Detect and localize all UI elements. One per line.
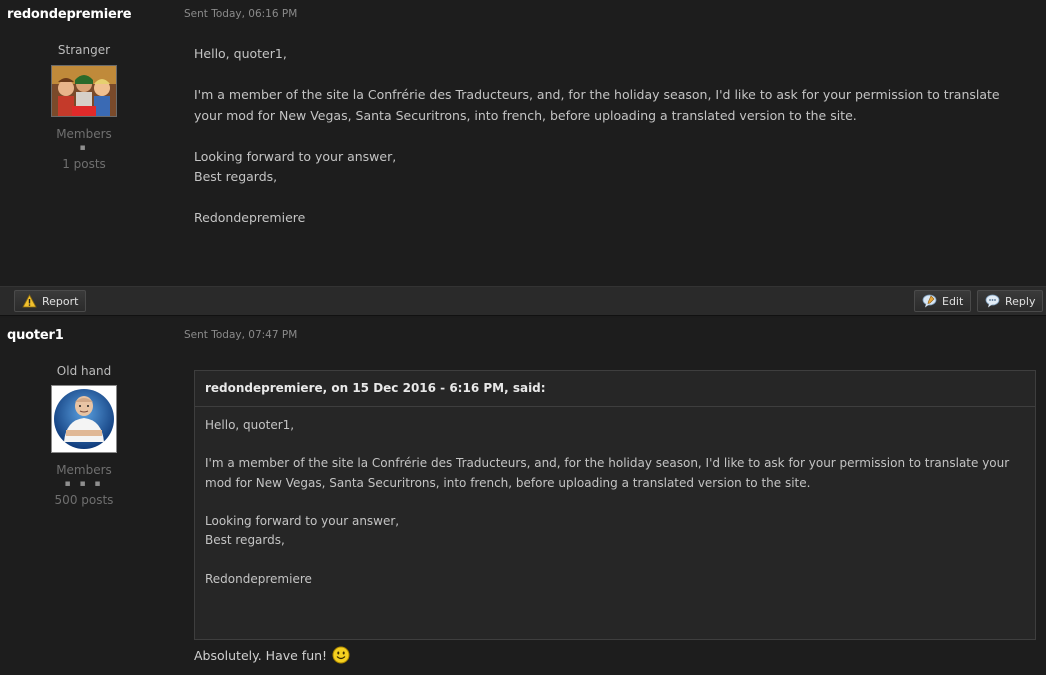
author-info: Old hand Members ▪ ▪ ▪ 500 posts <box>20 364 148 507</box>
edit-bubble-icon <box>922 294 937 308</box>
smiley-icon <box>332 646 350 664</box>
reputation-pips: ▪ ▪ ▪ <box>64 479 104 489</box>
post-body: Hello, quoter1, I'm a member of the site… <box>194 44 1024 249</box>
edit-label: Edit <box>942 294 964 308</box>
quote-block: redondepremiere, on 15 Dec 2016 - 6:16 P… <box>194 370 1036 640</box>
quote-paragraph: Hello, quoter1, <box>205 418 295 432</box>
edit-button[interactable]: Edit <box>914 290 972 312</box>
reply-bubble-icon <box>985 294 1000 308</box>
warning-icon <box>22 294 37 308</box>
avatar[interactable] <box>51 65 117 117</box>
post-count: 500 posts <box>54 493 114 507</box>
member-rank: Stranger <box>57 43 111 57</box>
post-quoter1: quoter1 Sent Today, 07:47 PM Old hand Me… <box>0 318 1046 675</box>
quote-paragraph: Best regards, <box>205 533 285 548</box>
author-name-link[interactable]: redondepremiere <box>7 7 132 22</box>
reply-button[interactable]: Reply <box>977 290 1044 312</box>
author-name-link[interactable]: quoter1 <box>7 328 64 343</box>
quote-paragraph: Looking forward to your answer, <box>205 513 400 528</box>
quote-paragraph: Redondepremiere <box>205 571 312 586</box>
author-info: Stranger Members ▪ 1 posts <box>20 43 148 171</box>
avatar[interactable] <box>51 385 117 453</box>
post-paragraph: I'm a member of the site la Confrérie de… <box>194 87 1000 123</box>
quote-citation[interactable]: redondepremiere, on 15 Dec 2016 - 6:16 P… <box>195 371 1035 407</box>
quote-body: Hello, quoter1, I'm a member of the site… <box>195 407 1035 589</box>
reply-text: Absolutely. Have fun! <box>194 647 328 663</box>
member-rank: Old hand <box>56 364 112 378</box>
post-count: 1 posts <box>62 157 106 171</box>
post-paragraph: Looking forward to your answer, <box>194 148 397 164</box>
member-group: Members <box>56 127 112 141</box>
quote-paragraph: I'm a member of the site la Confrérie de… <box>205 456 1010 490</box>
report-label: Report <box>42 294 79 308</box>
member-group: Members <box>56 463 112 477</box>
reply-text-line: Absolutely. Have fun! <box>194 646 350 664</box>
post-paragraph: Best regards, <box>194 169 278 184</box>
post-action-bar: Report Edit Reply <box>0 286 1046 316</box>
report-button[interactable]: Report <box>14 290 87 312</box>
reply-label: Reply <box>1005 294 1036 308</box>
post-date: Sent Today, 06:16 PM <box>184 8 298 20</box>
post-paragraph: Hello, quoter1, <box>194 46 287 61</box>
post-paragraph: Redondepremiere <box>194 210 306 225</box>
reputation-pips: ▪ <box>79 143 89 153</box>
post-redondepremiere: redondepremiere Sent Today, 06:16 PM Str… <box>0 0 1046 286</box>
post-date: Sent Today, 07:47 PM <box>184 329 298 341</box>
